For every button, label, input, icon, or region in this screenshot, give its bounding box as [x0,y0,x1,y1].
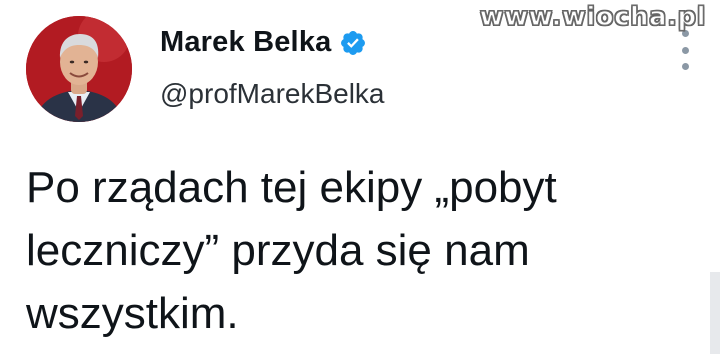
edge-strip [710,272,720,354]
avatar[interactable] [26,16,132,122]
more-dot [681,63,689,70]
avatar-portrait-icon [26,16,132,122]
tweet-text-line: wszystkim. [26,289,239,338]
user-handle[interactable]: @profMarekBelka [160,78,385,110]
more-options-icon[interactable] [680,30,690,70]
tweet-card: Marek Belka @profMarekBelka Po rządach t… [0,0,720,354]
tweet-text-line: Po rządach tej ekipy „pobyt [26,163,557,212]
profile-name-row: Marek Belka [160,26,367,59]
display-name[interactable]: Marek Belka [160,26,331,59]
tweet-text: Po rządach tej ekipy „pobyt leczniczy” p… [26,156,686,345]
more-dot [681,46,689,54]
verified-badge-icon [339,29,367,57]
watermark: www.wiocha.pl [479,1,706,32]
tweet-text-line: leczniczy” przyda się nam [26,226,530,275]
